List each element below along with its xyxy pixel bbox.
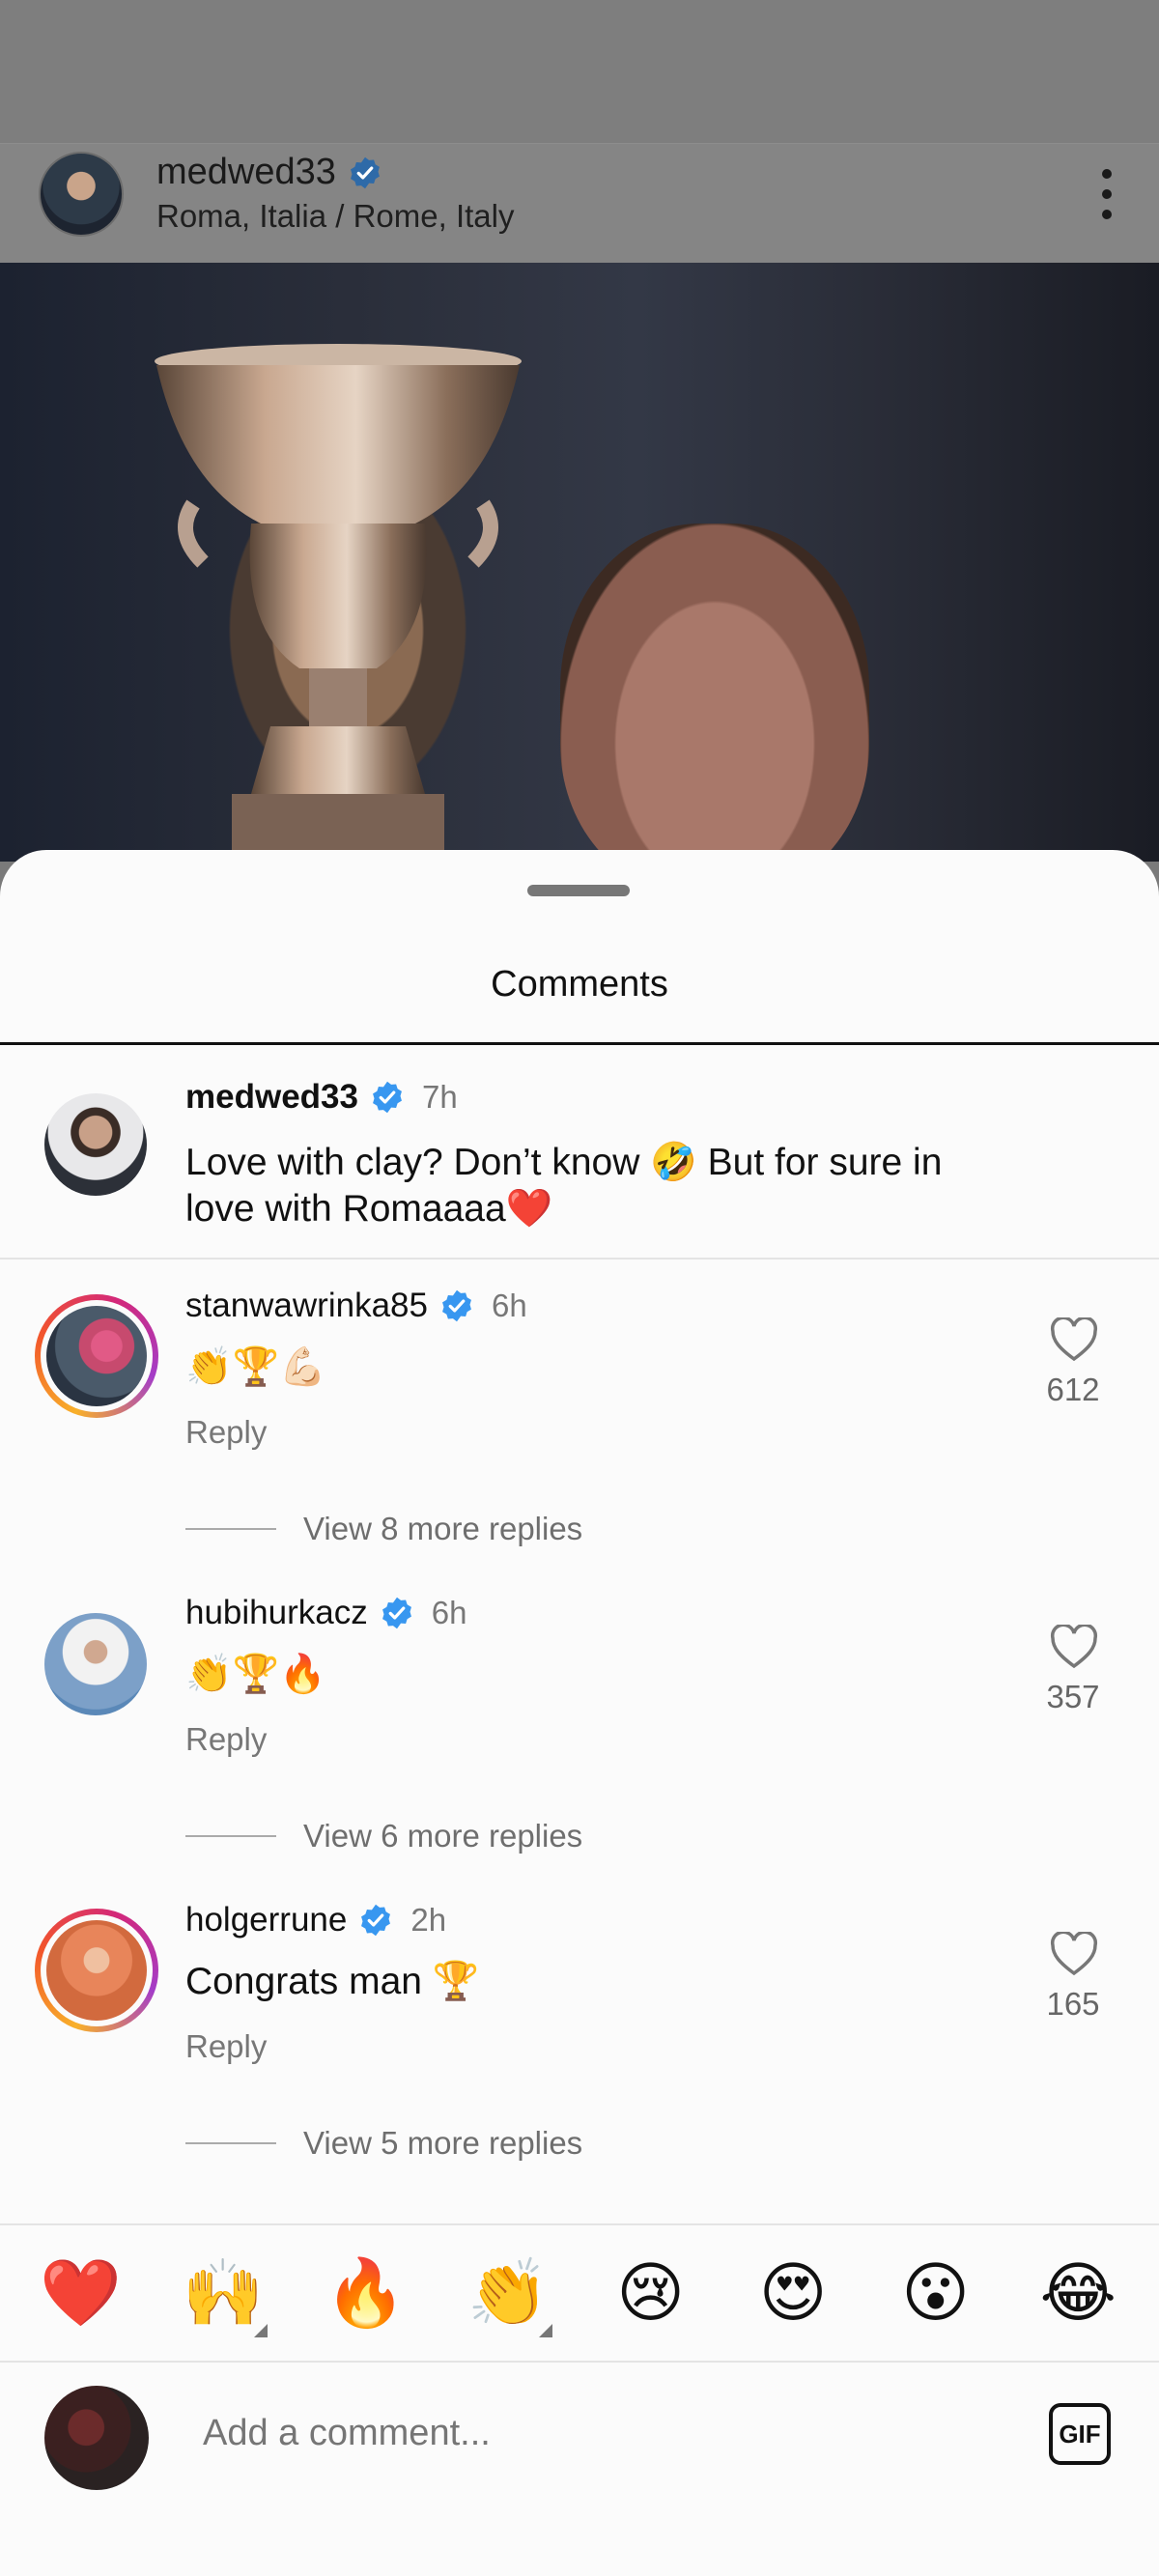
like-heart-icon[interactable]: [1050, 1625, 1098, 1669]
emoji-fire[interactable]: 🔥: [308, 2254, 424, 2332]
comment-user-row: holgerrune 2h: [185, 1901, 446, 1939]
comment-time: 2h: [410, 1902, 447, 1938]
more-options-icon[interactable]: [1101, 169, 1113, 219]
comment-avatar: [46, 1306, 147, 1406]
comment-avatar-story-ring[interactable]: [35, 1294, 158, 1418]
verified-badge-icon: [380, 1596, 414, 1630]
emoji-tears-of-joy[interactable]: 😂: [1020, 2255, 1136, 2332]
replies-line: [185, 1835, 276, 1837]
view-more-replies[interactable]: View 5 more replies: [185, 2125, 582, 2162]
reply-button[interactable]: Reply: [185, 1721, 267, 1758]
view-more-replies-label[interactable]: View 6 more replies: [303, 1818, 582, 1854]
like-count: 165: [1046, 1986, 1100, 2022]
status-bar-area: [0, 0, 1159, 143]
comment-avatar-story-ring[interactable]: [35, 1909, 158, 2032]
post-photo: [0, 263, 1159, 862]
author-username[interactable]: medwed33: [156, 152, 336, 193]
gif-button[interactable]: GIF: [1049, 2403, 1111, 2465]
post-location[interactable]: Roma, Italia / Rome, Italy: [156, 198, 514, 235]
caption-author-avatar[interactable]: [44, 1093, 147, 1196]
comment-user-row: hubihurkacz 6h: [185, 1594, 466, 1632]
comment-text: Congrats man 🏆: [185, 1961, 480, 2002]
comment-time: 6h: [431, 1595, 467, 1630]
emoji-raised-hands[interactable]: 🙌: [165, 2254, 281, 2337]
comment-user-row: stanwawrinka85 6h: [185, 1287, 527, 1325]
caption-time: 7h: [421, 1079, 458, 1115]
caption-line-1: Love with clay? Don’t know 🤣 But for sur…: [185, 1142, 943, 1183]
verified-badge-icon: [358, 1903, 393, 1938]
replies-line: [185, 1528, 276, 1530]
skin-tone-indicator-icon: [539, 2324, 553, 2337]
comment-username[interactable]: holgerrune: [185, 1901, 347, 1939]
like-count: 612: [1046, 1372, 1100, 1407]
reply-button[interactable]: Reply: [185, 2028, 267, 2065]
verified-badge-icon: [348, 156, 382, 190]
title-divider: [0, 1042, 1159, 1045]
comment-avatar[interactable]: [44, 1613, 147, 1715]
emoji-clap-glyph: 👏: [466, 2255, 550, 2332]
caption-user-row: medwed33 7h: [185, 1078, 458, 1117]
comment-text: 👏🏆💪🏻: [185, 1345, 326, 1389]
comment-input[interactable]: [203, 2413, 975, 2454]
emoji-heart-eyes[interactable]: 😍: [735, 2255, 851, 2332]
author-avatar[interactable]: [39, 152, 124, 237]
skin-tone-indicator-icon: [254, 2324, 269, 2337]
emoji-quick-bar: ❤️ 🙌 🔥 👏 😢 😍 😮 😂: [0, 2223, 1159, 2361]
view-more-replies[interactable]: View 6 more replies: [185, 1818, 582, 1854]
sheet-drag-handle[interactable]: [527, 885, 630, 896]
verified-badge-icon: [439, 1288, 474, 1323]
view-more-replies-label[interactable]: View 8 more replies: [303, 1511, 582, 1547]
like-count: 357: [1046, 1679, 1100, 1714]
replies-line: [185, 2142, 276, 2144]
caption-divider: [0, 1258, 1159, 1260]
emoji-heart[interactable]: ❤️: [23, 2254, 139, 2332]
post-header: medwed33 Roma, Italia / Rome, Italy: [0, 143, 1159, 263]
like-heart-icon[interactable]: [1050, 1317, 1098, 1362]
view-more-replies-label[interactable]: View 5 more replies: [303, 2125, 582, 2162]
reply-button[interactable]: Reply: [185, 1414, 267, 1451]
current-user-avatar: [44, 2386, 149, 2490]
comment-username[interactable]: stanwawrinka85: [185, 1287, 428, 1325]
comment-composer: GIF: [0, 2361, 1159, 2576]
caption-username[interactable]: medwed33: [185, 1078, 358, 1117]
caption-text: Love with clay? Don’t know 🤣 But for sur…: [185, 1140, 942, 1232]
verified-badge-icon: [370, 1080, 405, 1115]
emoji-surprised[interactable]: 😮: [878, 2255, 994, 2332]
caption-line-2: love with Romaaaa❤️: [185, 1188, 553, 1230]
comment-time: 6h: [491, 1288, 527, 1323]
sheet-title: Comments: [491, 964, 668, 1005]
emoji-clap[interactable]: 👏: [450, 2254, 566, 2337]
like-heart-icon[interactable]: [1050, 1932, 1098, 1976]
emoji-crying[interactable]: 😢: [593, 2255, 709, 2332]
emoji-raised-hands-glyph: 🙌: [182, 2255, 265, 2332]
player-face-image: [560, 524, 869, 862]
trophy-image: [155, 344, 522, 862]
view-more-replies[interactable]: View 8 more replies: [185, 1511, 582, 1547]
comment-text: 👏🏆🔥: [185, 1653, 326, 1696]
comment-avatar: [46, 1920, 147, 2021]
author-username-row[interactable]: medwed33: [156, 152, 382, 193]
comment-username[interactable]: hubihurkacz: [185, 1594, 368, 1632]
